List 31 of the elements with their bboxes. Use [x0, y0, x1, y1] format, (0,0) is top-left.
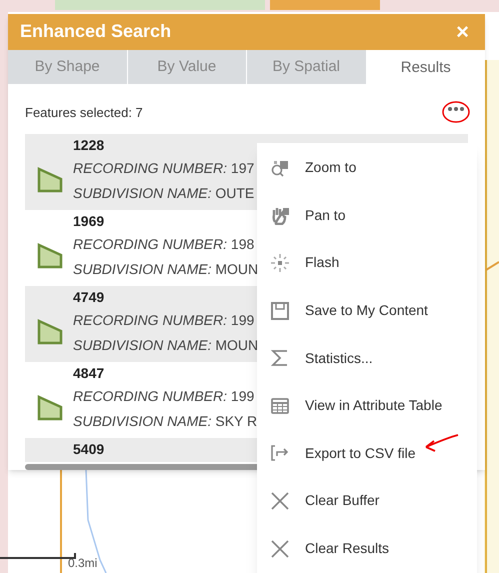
window-title: Enhanced Search: [20, 20, 172, 44]
menu-item[interactable]: Clear Results: [257, 524, 477, 572]
close-icon: [270, 538, 290, 559]
result-field: RECORDING NUMBER: 199: [73, 308, 258, 334]
result-field: SUBDIVISION NAME: OUTE: [73, 181, 254, 206]
export-icon: [270, 443, 290, 464]
flash-icon: [270, 252, 290, 273]
sigma-icon: [270, 348, 290, 368]
polygon-icon: [37, 395, 63, 422]
polygon-icon: [37, 243, 63, 270]
result-title: 1228: [73, 136, 106, 156]
table-icon: [270, 396, 290, 416]
menu-item[interactable]: Clear Buffer: [257, 477, 477, 525]
more-options-button[interactable]: [441, 100, 471, 124]
result-field: RECORDING NUMBER: 199: [73, 384, 258, 410]
polygon-icon: [37, 167, 63, 194]
hand-icon: [270, 205, 290, 226]
result-title: 4749: [73, 288, 106, 308]
result-field: RECORDING NUMBER: 197: [73, 156, 254, 182]
save-icon: [270, 300, 290, 321]
result-field: SUBDIVISION NAME: SKY R: [73, 409, 258, 434]
result-title: 4847: [73, 364, 106, 384]
result-field: SUBDIVISION NAME: MOUN: [73, 257, 258, 282]
features-count: Features selected: 7: [25, 104, 143, 122]
polygon-icon: [37, 319, 63, 346]
close-icon: [270, 490, 290, 511]
result-title: 1969: [73, 212, 106, 232]
result-title: 5409: [73, 440, 104, 460]
result-field: SUBDIVISION NAME: MOUN: [73, 333, 258, 358]
scale-label: 0.3mi: [68, 557, 98, 569]
result-field: RECORDING NUMBER: 198: [73, 232, 258, 258]
